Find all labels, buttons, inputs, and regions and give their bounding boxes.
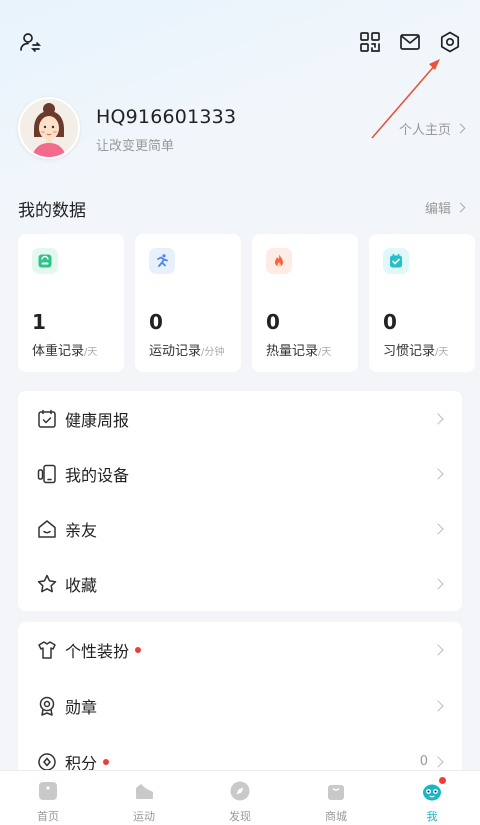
card-label: 运动记录/分钟 bbox=[149, 344, 225, 359]
card-label: 热量记录/天 bbox=[266, 344, 332, 359]
profile-page: HQ916601333 让改变更简单 个人主页 我的数据 编辑 1 体重记录/天… bbox=[0, 0, 480, 825]
family-home-icon bbox=[36, 518, 58, 540]
menu-label: 个性装扮 bbox=[65, 638, 142, 662]
menu-item-medals[interactable]: 勋章 bbox=[18, 678, 462, 733]
menu-label: 收藏 bbox=[65, 575, 98, 595]
chevron-right-icon bbox=[432, 412, 444, 425]
section-title: 我的数据 bbox=[18, 201, 86, 221]
chevron-right-icon bbox=[455, 123, 466, 134]
tab-sport[interactable]: 运动 bbox=[96, 771, 192, 825]
card-value: 0 bbox=[383, 310, 397, 334]
tab-mall[interactable]: 商城 bbox=[288, 771, 384, 825]
home-icon bbox=[39, 782, 57, 800]
new-dot-badge bbox=[135, 646, 142, 653]
data-card-habit[interactable]: 0 习惯记录/天 bbox=[369, 234, 475, 372]
tab-label: 首页 bbox=[37, 810, 59, 823]
data-cards: 1 体重记录/天 0 运动记录/分钟 0 热量记录/天 0 习惯记录/天 bbox=[18, 234, 480, 374]
mail-icon[interactable] bbox=[396, 28, 424, 56]
tab-label: 发现 bbox=[229, 810, 251, 823]
edit-label: 编辑 bbox=[424, 202, 451, 217]
menu-label: 亲友 bbox=[65, 520, 98, 540]
username: HQ916601333 bbox=[96, 106, 237, 128]
menu-item-family[interactable]: 亲友 bbox=[18, 501, 462, 556]
notification-dot bbox=[438, 776, 447, 785]
menu-group-extra: 个性装扮 勋章 积分 0 bbox=[18, 622, 462, 782]
card-value: 0 bbox=[149, 310, 163, 334]
flame-icon bbox=[266, 248, 292, 274]
homepage-label: 个人主页 bbox=[398, 123, 451, 138]
chevron-right-icon bbox=[432, 577, 444, 590]
scale-icon bbox=[32, 248, 58, 274]
tab-label: 我 bbox=[426, 810, 438, 823]
menu-item-my-devices[interactable]: 我的设备 bbox=[18, 446, 462, 501]
tab-label: 商城 bbox=[325, 810, 347, 823]
tab-home[interactable]: 首页 bbox=[0, 771, 96, 825]
card-label: 习惯记录/天 bbox=[383, 344, 449, 359]
my-data-header: 我的数据 编辑 bbox=[18, 196, 466, 221]
chevron-right-icon bbox=[432, 467, 444, 480]
settings-hexagon-icon[interactable] bbox=[436, 28, 464, 56]
homepage-link[interactable]: 个人主页 bbox=[398, 119, 466, 138]
bottom-tab-bar: 首页 运动 发现 商城 我 bbox=[0, 770, 480, 825]
menu-label: 健康周报 bbox=[65, 410, 130, 430]
sneaker-icon bbox=[136, 784, 153, 799]
chevron-right-icon bbox=[455, 202, 466, 213]
data-card-exercise[interactable]: 0 运动记录/分钟 bbox=[135, 234, 241, 372]
points-value: 0 bbox=[419, 754, 428, 769]
profile-motto: 让改变更简单 bbox=[96, 139, 175, 154]
menu-item-personal-dressup[interactable]: 个性装扮 bbox=[18, 622, 462, 677]
chevron-right-icon bbox=[432, 643, 444, 656]
medal-icon bbox=[36, 695, 58, 717]
new-dot-badge bbox=[103, 758, 110, 765]
chevron-right-icon bbox=[432, 522, 444, 535]
user-switch-icon[interactable] bbox=[16, 28, 44, 56]
scan-grid-icon[interactable] bbox=[356, 28, 384, 56]
tab-discover[interactable]: 发现 bbox=[192, 771, 288, 825]
profile-header: HQ916601333 让改变更简单 个人主页 bbox=[18, 97, 466, 161]
device-icon bbox=[36, 463, 58, 485]
star-icon bbox=[36, 573, 58, 595]
card-value: 0 bbox=[266, 310, 280, 334]
habit-check-icon bbox=[383, 248, 409, 274]
calendar-report-icon bbox=[36, 408, 58, 430]
running-icon bbox=[149, 248, 175, 274]
edit-button[interactable]: 编辑 bbox=[424, 198, 466, 217]
card-value: 1 bbox=[32, 310, 46, 334]
shopping-bag-icon bbox=[328, 785, 344, 800]
card-label: 体重记录/天 bbox=[32, 344, 98, 359]
menu-item-health-report[interactable]: 健康周报 bbox=[18, 391, 462, 446]
menu-item-favorites[interactable]: 收藏 bbox=[18, 556, 462, 611]
avatar-illustration-icon bbox=[20, 99, 78, 157]
data-card-weight[interactable]: 1 体重记录/天 bbox=[18, 234, 124, 372]
tab-me[interactable]: 我 bbox=[384, 771, 480, 825]
menu-group-main: 健康周报 我的设备 亲友 收藏 bbox=[18, 391, 462, 611]
tab-label: 运动 bbox=[133, 810, 155, 823]
menu-label: 勋章 bbox=[65, 697, 98, 717]
chevron-right-icon bbox=[432, 755, 444, 768]
top-bar bbox=[0, 28, 480, 64]
chevron-right-icon bbox=[432, 699, 444, 712]
avatar[interactable] bbox=[18, 97, 80, 159]
tshirt-icon bbox=[36, 639, 58, 661]
compass-icon bbox=[230, 781, 250, 801]
data-card-calorie[interactable]: 0 热量记录/天 bbox=[252, 234, 358, 372]
menu-label: 我的设备 bbox=[65, 465, 130, 485]
